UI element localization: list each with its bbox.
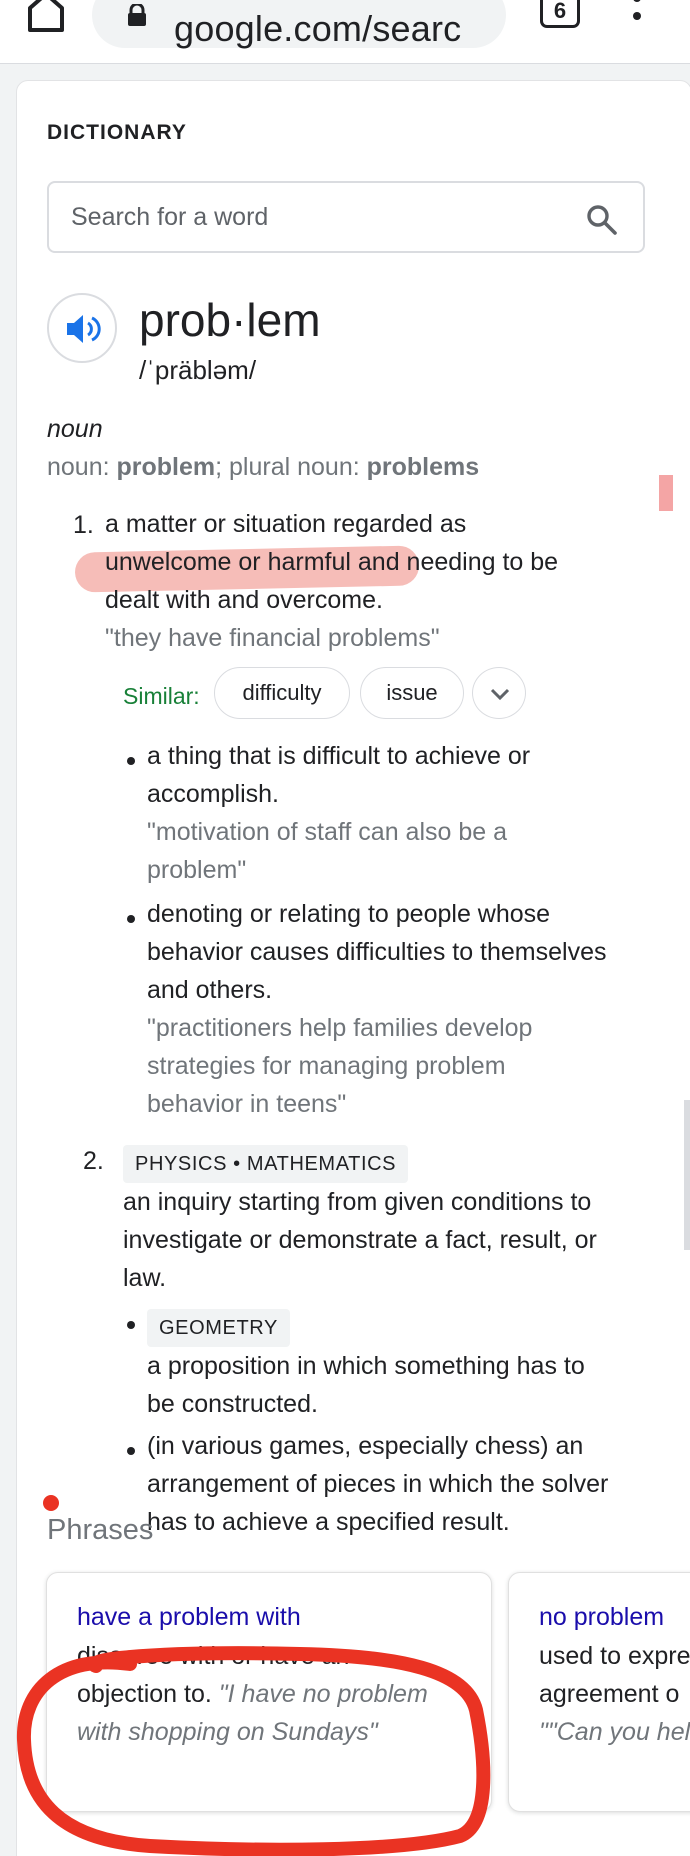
tab-switcher-button[interactable]: 6 <box>540 0 580 28</box>
lock-icon <box>126 2 148 26</box>
subsense-definition: (in various games, especially chess) an … <box>147 1432 609 1536</box>
bullet <box>127 757 135 765</box>
page-scrollbar[interactable] <box>684 1100 690 1250</box>
subsense-definition: a thing that is difficult to achieve or … <box>147 742 531 884</box>
singular-form: problem <box>116 453 216 481</box>
subsense-definition: a proposition in which something has to … <box>147 1352 585 1418</box>
bullet <box>127 1447 135 1455</box>
browser-toolbar: google.com/searc 6 <box>0 0 690 64</box>
ink-circle-annotation <box>16 1646 491 1856</box>
phrases-heading: Phrases <box>47 1514 154 1546</box>
dictionary-label: DICTIONARY <box>47 121 187 144</box>
more-vert-icon[interactable] <box>624 0 650 36</box>
phonetic-spelling: /ˈpräbləm/ <box>139 355 257 385</box>
sense-definition: an inquiry starting from given condition… <box>123 1188 597 1292</box>
chevron-down-icon <box>490 688 510 701</box>
bullet <box>127 915 135 923</box>
more-similar-button[interactable] <box>472 667 526 719</box>
word-forms: noun: problem; plural noun: problems <box>47 453 480 481</box>
speaker-icon <box>67 315 101 343</box>
sense-number: 1. <box>73 511 94 539</box>
home-icon[interactable] <box>26 0 66 34</box>
sense-definition: a matter or situation regarded as unwelc… <box>105 505 558 657</box>
pronunciation-button[interactable] <box>47 293 117 363</box>
headword: prob·lem <box>139 294 321 346</box>
word-search-input[interactable] <box>71 197 551 237</box>
subject-tag: GEOMETRY <box>147 1309 290 1347</box>
similar-chip-difficulty[interactable]: difficulty <box>214 667 350 719</box>
phrase-link[interactable]: have a problem with <box>77 1603 301 1632</box>
plural-form: problems <box>366 453 480 481</box>
word-search-box <box>47 181 645 253</box>
annotation-mark <box>659 475 673 511</box>
subsense-definition: denoting or relating to people whose beh… <box>147 900 607 1118</box>
similar-label: Similar: <box>123 683 200 709</box>
sense-number: 2. <box>83 1147 104 1175</box>
subject-tag: PHYSICS • MATHEMATICS <box>123 1145 409 1183</box>
part-of-speech: noun <box>47 415 103 443</box>
url-text: google.com/searc <box>174 8 462 49</box>
search-icon[interactable] <box>585 203 619 237</box>
phrase-link[interactable]: no problem <box>539 1603 664 1632</box>
bullet <box>127 1321 135 1329</box>
annotation-dot <box>43 1495 59 1511</box>
similar-chip-issue[interactable]: issue <box>360 667 464 719</box>
sense-example: "they have financial problems" <box>105 624 440 652</box>
address-bar[interactable]: google.com/searc <box>92 0 506 49</box>
